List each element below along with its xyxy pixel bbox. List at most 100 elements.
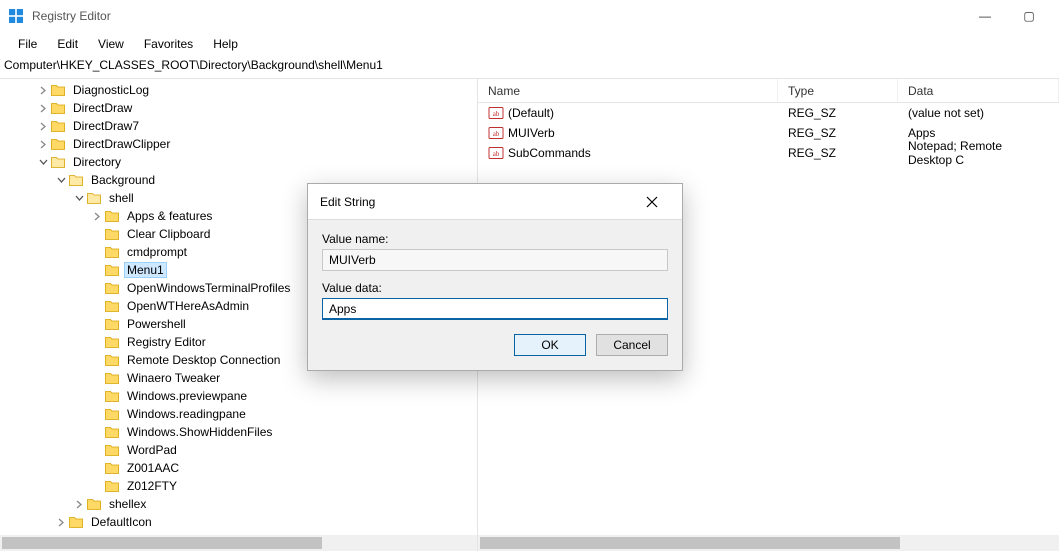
tree-item[interactable]: DefaultIcon	[0, 513, 477, 531]
tree-item-label: Z012FTY	[124, 478, 180, 494]
tree-item[interactable]: Windows.ShowHiddenFiles	[0, 423, 477, 441]
tree-item[interactable]: Z001AAC	[0, 459, 477, 477]
tree-item[interactable]: Apps & features	[0, 207, 477, 225]
app-icon	[8, 8, 24, 24]
tree-item[interactable]: Z012FTY	[0, 477, 477, 495]
menu-file[interactable]: File	[8, 34, 47, 54]
expand-icon[interactable]	[36, 135, 50, 153]
tree-item[interactable]: Directory	[0, 153, 477, 171]
menu-favorites[interactable]: Favorites	[134, 34, 203, 54]
tree-item-label: Clear Clipboard	[124, 226, 213, 242]
tree-item-label: Remote Desktop Connection	[124, 352, 283, 368]
tree-item-label: Z001AAC	[124, 460, 182, 476]
menu-help[interactable]: Help	[203, 34, 248, 54]
expand-icon[interactable]	[36, 81, 50, 99]
value-row[interactable]: ab SubCommands REG_SZ Notepad; Remote De…	[478, 143, 1059, 163]
scrollbar-thumb[interactable]	[2, 537, 322, 549]
tree-item[interactable]: Remote Desktop Connection	[0, 351, 477, 369]
tree-item-label: DirectDraw7	[70, 118, 142, 134]
expand-icon[interactable]	[72, 495, 86, 513]
folder-icon	[50, 136, 66, 152]
value-data: (value not set)	[898, 106, 1059, 120]
menu-view[interactable]: View	[88, 34, 134, 54]
tree-item[interactable]: Registry Editor	[0, 333, 477, 351]
value-type: REG_SZ	[778, 146, 898, 160]
values-list[interactable]: ab (Default) REG_SZ (value not set) ab M…	[478, 103, 1059, 163]
minimize-button[interactable]: —	[963, 2, 1007, 30]
folder-icon	[50, 100, 66, 116]
folder-icon	[104, 442, 120, 458]
header-data[interactable]: Data	[898, 79, 1059, 102]
scrollbar-thumb[interactable]	[480, 537, 900, 549]
expand-icon[interactable]	[54, 513, 68, 531]
expand-icon[interactable]	[36, 153, 50, 171]
folder-icon	[104, 298, 120, 314]
tree-item-label: Powershell	[124, 316, 189, 332]
tree-item-label: Registry Editor	[124, 334, 209, 350]
folder-icon	[104, 406, 120, 422]
expand-icon[interactable]	[36, 99, 50, 117]
menu-edit[interactable]: Edit	[47, 34, 88, 54]
folder-icon	[104, 388, 120, 404]
tree-item[interactable]: DirectDraw	[0, 99, 477, 117]
address-bar[interactable]: Computer\HKEY_CLASSES_ROOT\Directory\Bac…	[0, 56, 1059, 78]
maximize-button[interactable]: ▢	[1007, 2, 1051, 30]
expand-icon[interactable]	[54, 171, 68, 189]
tree-item-label: cmdprompt	[124, 244, 190, 260]
tree-item[interactable]: Windows.previewpane	[0, 387, 477, 405]
tree-item[interactable]: OpenWindowsTerminalProfiles	[0, 279, 477, 297]
tree-item[interactable]: Windows.readingpane	[0, 405, 477, 423]
tree-item[interactable]: Powershell	[0, 315, 477, 333]
expand-icon[interactable]	[36, 117, 50, 135]
tree-item[interactable]: Background	[0, 171, 477, 189]
svg-text:ab: ab	[493, 130, 500, 138]
expand-icon[interactable]	[72, 189, 86, 207]
svg-text:ab: ab	[493, 150, 500, 158]
values-header: Name Type Data	[478, 79, 1059, 103]
expand-icon[interactable]	[90, 207, 104, 225]
value-type: REG_SZ	[778, 126, 898, 140]
folder-icon	[104, 208, 120, 224]
tree-item[interactable]: DiagnosticLog	[0, 81, 477, 99]
folder-icon	[104, 226, 120, 242]
tree-item-label: Menu1	[124, 262, 167, 278]
value-name: SubCommands	[508, 146, 591, 160]
tree-horizontal-scrollbar[interactable]	[0, 535, 477, 551]
tree-pane: DiagnosticLog DirectDraw DirectDraw7 Dir…	[0, 79, 478, 551]
tree-item[interactable]: OpenWTHereAsAdmin	[0, 297, 477, 315]
folder-icon	[68, 514, 84, 530]
value-row[interactable]: ab (Default) REG_SZ (value not set)	[478, 103, 1059, 123]
tree-item[interactable]: WordPad	[0, 441, 477, 459]
tree-item-label: DefaultIcon	[88, 514, 155, 530]
folder-icon	[50, 154, 66, 170]
tree-item-label: OpenWTHereAsAdmin	[124, 298, 252, 314]
tree-item[interactable]: Clear Clipboard	[0, 225, 477, 243]
tree-item[interactable]: Menu1	[0, 261, 477, 279]
folder-icon	[104, 316, 120, 332]
tree-item[interactable]: shell	[0, 189, 477, 207]
tree-item[interactable]: shellex	[0, 495, 477, 513]
registry-tree[interactable]: DiagnosticLog DirectDraw DirectDraw7 Dir…	[0, 79, 477, 533]
tree-item[interactable]: Winaero Tweaker	[0, 369, 477, 387]
string-value-icon: ab	[488, 125, 504, 141]
values-pane: Name Type Data ab (Default) REG_SZ (valu…	[478, 79, 1059, 551]
folder-icon	[104, 478, 120, 494]
tree-item-label: DiagnosticLog	[70, 82, 152, 98]
tree-item-label: Background	[88, 172, 158, 188]
value-name: (Default)	[508, 106, 554, 120]
folder-icon	[50, 118, 66, 134]
svg-text:ab: ab	[493, 110, 500, 118]
tree-item-label: OpenWindowsTerminalProfiles	[124, 280, 293, 296]
menubar: File Edit View Favorites Help	[0, 32, 1059, 56]
header-type[interactable]: Type	[778, 79, 898, 102]
tree-item[interactable]: DirectDrawClipper	[0, 135, 477, 153]
tree-item[interactable]: DirectDraw7	[0, 117, 477, 135]
header-name[interactable]: Name	[478, 79, 778, 102]
folder-icon	[68, 172, 84, 188]
tree-item-label: Apps & features	[124, 208, 215, 224]
main-split: DiagnosticLog DirectDraw DirectDraw7 Dir…	[0, 78, 1059, 551]
folder-icon	[104, 334, 120, 350]
tree-item-label: DirectDraw	[70, 100, 135, 116]
tree-item[interactable]: cmdprompt	[0, 243, 477, 261]
values-horizontal-scrollbar[interactable]	[478, 535, 1059, 551]
